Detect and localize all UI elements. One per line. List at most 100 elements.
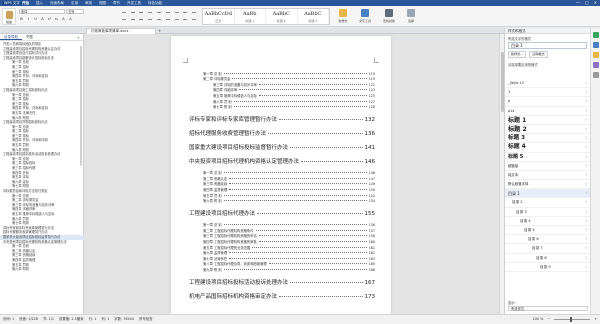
- sort-icon[interactable]: [163, 9, 172, 15]
- chinese-layout-icon[interactable]: [155, 9, 163, 15]
- zoom-thumb[interactable]: [570, 317, 573, 322]
- menu-item[interactable]: 插入: [36, 1, 43, 5]
- distribute-icon[interactable]: [155, 16, 163, 23]
- style-list-item[interactable]: 目录 3 ✓: [505, 208, 591, 217]
- toc-entry[interactable]: 第三章 资格延续 149: [203, 181, 375, 187]
- menu-item[interactable]: 开发工具: [127, 1, 141, 5]
- paste-button[interactable]: 粘贴: [2, 8, 16, 25]
- zoom-slider[interactable]: [554, 317, 591, 322]
- toc-entry[interactable]: 第八章 工程招标代理合同、收费和档案管理 165: [203, 261, 375, 267]
- outdent-icon[interactable]: [137, 9, 146, 15]
- style-preset[interactable]: AaBb 标题 1: [235, 9, 266, 24]
- format-button[interactable]: x²: [47, 17, 52, 22]
- toc-entry[interactable]: 第六章 附 则 154: [203, 198, 375, 204]
- format-button[interactable]: A: [61, 17, 66, 22]
- style-list-item[interactable]: 标题 3 ✓: [505, 134, 591, 144]
- style-list-item[interactable]: 目录 4 ✓: [505, 217, 591, 226]
- toc-entry[interactable]: 工程建设项目招标投标活动投诉处理办法 167: [189, 277, 375, 286]
- toc-entry[interactable]: 第五章 工程招标代理的业务范围 161: [203, 244, 375, 250]
- menu-item[interactable]: 章节: [113, 1, 120, 5]
- tab-outline[interactable]: 目录导航: [0, 34, 22, 40]
- columns-icon[interactable]: [181, 16, 190, 23]
- border-icon[interactable]: [190, 9, 198, 15]
- text-tools-button[interactable]: 文字工具: [354, 8, 376, 25]
- toc-entry[interactable]: 第五章 罚 则 152: [203, 192, 375, 198]
- format-button[interactable]: x₂: [54, 17, 59, 22]
- style-list-item[interactable]: 目录 5 ✓: [505, 226, 591, 236]
- style-list-item[interactable]: 标题 1 ✓: [505, 116, 591, 125]
- format-button[interactable]: A: [68, 17, 73, 22]
- toc-entry[interactable]: 评标专家和评标专家库管理暂行办法 132: [189, 115, 375, 124]
- tab-bookmarks[interactable]: 书签: [22, 34, 37, 40]
- style-list-item[interactable]: 目录 6 ✓: [505, 235, 591, 245]
- select-pane-icon[interactable]: [592, 52, 599, 58]
- bullet-list-icon[interactable]: [120, 9, 128, 15]
- toc-entry[interactable]: 招标代理服务收费管理暂行办法 136: [189, 129, 375, 138]
- indent-icon[interactable]: [146, 9, 155, 15]
- toc-entry[interactable]: 第二章 工程招标代理机构资格条件 157: [203, 227, 375, 233]
- show-select[interactable]: 有效样式: [508, 306, 588, 311]
- toc-entry[interactable]: 第七章 法律责任 163: [203, 255, 375, 261]
- toc-entry[interactable]: 第一章 总 则 156: [203, 222, 375, 228]
- toc-entry[interactable]: 第六章 监督管理 162: [203, 250, 375, 256]
- new-style-button[interactable]: 新样式: [334, 8, 352, 25]
- find-replace-button[interactable]: 查找替换: [378, 8, 400, 25]
- nav-scrollbar[interactable]: [80, 46, 82, 166]
- app-logo[interactable]: WPS 文字: [2, 1, 22, 5]
- toc-entry[interactable]: 第一章 总 则 119: [203, 70, 375, 76]
- clear-format-button[interactable]: 清除格式: [529, 51, 548, 58]
- menu-item[interactable]: 开始: [22, 1, 29, 5]
- styles-pane-icon[interactable]: [592, 42, 599, 48]
- align-right-icon[interactable]: [137, 16, 146, 23]
- font-name-select[interactable]: 宋体: [19, 9, 65, 14]
- toc-entry[interactable]: 第四章 监督管理 150: [203, 186, 375, 192]
- style-list-item[interactable]: 目录 2 ✓: [505, 198, 591, 208]
- toc-entry[interactable]: 第六章 罚 则 127: [213, 98, 375, 104]
- select-button[interactable]: 选择: [402, 8, 420, 25]
- new-style-pane-button[interactable]: 新样式...: [508, 51, 527, 58]
- style-list-item[interactable]: 目录 8 ✓: [505, 254, 591, 263]
- format-button[interactable]: I: [26, 17, 31, 22]
- close-icon[interactable]: ×: [594, 1, 597, 5]
- style-preset[interactable]: AaBbC 标题 3: [298, 9, 329, 24]
- menu-item[interactable]: 特色功能: [148, 1, 162, 5]
- format-button[interactable]: A: [40, 17, 45, 22]
- style-list-item[interactable]: _Style 13 ✓: [505, 79, 591, 89]
- style-list-item[interactable]: 1 ✓: [505, 88, 591, 98]
- style-list-item[interactable]: a ✓: [505, 97, 591, 107]
- toc-entry[interactable]: 第三章 工程招标代理机构资格的申请 158: [203, 233, 375, 239]
- toc-entry[interactable]: 第九章 附 则 166: [203, 266, 375, 272]
- style-list-item[interactable]: 默认段落字体 ✓: [505, 180, 591, 190]
- style-preset[interactable]: AaBbC 标题 2: [266, 9, 298, 24]
- style-preset[interactable]: AaBbCcDd 正文: [203, 9, 235, 24]
- style-list-item[interactable]: 标题 5 ✓: [505, 153, 591, 162]
- toc-entry[interactable]: 第三章 评标的准备与初步评审 121: [213, 81, 375, 87]
- line-spacing-icon[interactable]: [181, 9, 190, 15]
- show-marks-icon[interactable]: [172, 9, 181, 15]
- toc-entry[interactable]: 第四章 工程招标代理机构资格的审批 160: [203, 238, 375, 244]
- toc-entry[interactable]: 机电产品国际招标机构资格审定办法 173: [189, 291, 375, 300]
- menu-item[interactable]: 视图: [99, 1, 106, 5]
- toc-entry[interactable]: 工程建设项目招标代理办法 155: [189, 209, 375, 218]
- font-size-select[interactable]: 五号: [66, 9, 84, 14]
- toc-entry[interactable]: 第二章 资格认定 147: [203, 175, 375, 181]
- toc-entry[interactable]: 第五章 推荐中标候选人与定标 125: [213, 92, 375, 98]
- recommend-icon[interactable]: [592, 32, 599, 38]
- toc-entry[interactable]: 第一章 总 则 146: [203, 170, 375, 176]
- maximize-icon[interactable]: □: [585, 1, 589, 5]
- toc-entry[interactable]: 中央投资项目招标代理机构资格认定管理办法 146: [189, 157, 375, 166]
- style-list-item[interactable]: 标题 4 ✓: [505, 143, 591, 153]
- zoom-in-icon[interactable]: +: [594, 315, 597, 324]
- style-list-item[interactable]: p14 ✓: [505, 107, 591, 116]
- toc-entry[interactable]: 第七章 附 则 128: [213, 104, 375, 110]
- menu-item[interactable]: 页面布局: [50, 1, 64, 5]
- toc-entry[interactable]: 国家重大建设项目招标投标监督暂行办法 141: [189, 143, 375, 152]
- document-page[interactable]: 第一章 总 则 119 第二章 评标委员会 119 第三章 评标的准备与初步评审 121 第…: [171, 36, 391, 314]
- help-icon[interactable]: [592, 72, 599, 78]
- menu-item[interactable]: 引用: [71, 1, 78, 5]
- style-list-item[interactable]: 纯文本 ✓: [505, 171, 591, 181]
- minimize-icon[interactable]: —: [576, 1, 580, 5]
- format-button[interactable]: B: [19, 17, 24, 22]
- menu-item[interactable]: 审阅: [85, 1, 92, 5]
- toc-entry[interactable]: 第四章 详细评审 123: [213, 87, 375, 93]
